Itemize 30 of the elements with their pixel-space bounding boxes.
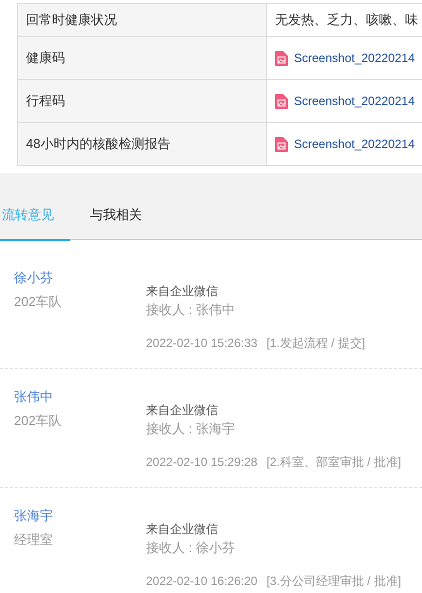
step-text: [3.分公司经理审批 / 批准] (266, 573, 402, 590)
source-text: 来自企业微信 (146, 402, 218, 419)
file-link[interactable]: Screenshot_20220214 (294, 92, 415, 110)
image-file-icon (275, 94, 288, 108)
field-label: 48小时内的核酸检测报告 (17, 123, 267, 165)
person-name-link[interactable]: 张海宇 (14, 506, 53, 526)
step-text: [1.发起流程 / 提交] (266, 335, 366, 352)
receiver-text: 接收人 : 徐小芬 (146, 539, 235, 557)
image-file-icon (275, 136, 288, 152)
tab[interactable]: 与我相关 (70, 190, 170, 240)
image-file-icon (275, 50, 288, 66)
field-value: 无发热、乏力、咳嗽、味 (275, 11, 418, 30)
receiver-text: 接收人 : 张伟中 (146, 301, 235, 319)
file-link[interactable]: Screenshot_20220214 (294, 49, 415, 67)
field-label: 回常时健康状况 (17, 4, 267, 36)
department-text: 202车队 (14, 293, 62, 311)
timestamp-text: 2022-02-10 15:29:28 (146, 454, 258, 471)
file-link[interactable]: Screenshot_20220214 (294, 135, 415, 153)
timestamp-text: 2022-02-10 16:26:20 (146, 573, 258, 590)
source-text: 来自企业微信 (146, 283, 218, 300)
person-name-link[interactable]: 徐小芬 (14, 268, 53, 288)
field-label: 行程码 (17, 80, 267, 122)
person-name-link[interactable]: 张伟中 (14, 387, 53, 407)
department-text: 经理室 (14, 531, 53, 549)
source-text: 来自企业微信 (146, 521, 218, 538)
department-text: 202车队 (14, 412, 62, 430)
step-text: [2.科室、部室审批 / 批准] (266, 454, 402, 471)
receiver-text: 接收人 : 张海宇 (146, 420, 235, 438)
field-label: 健康码 (17, 37, 267, 79)
timestamp-text: 2022-02-10 15:26:33 (146, 335, 258, 352)
